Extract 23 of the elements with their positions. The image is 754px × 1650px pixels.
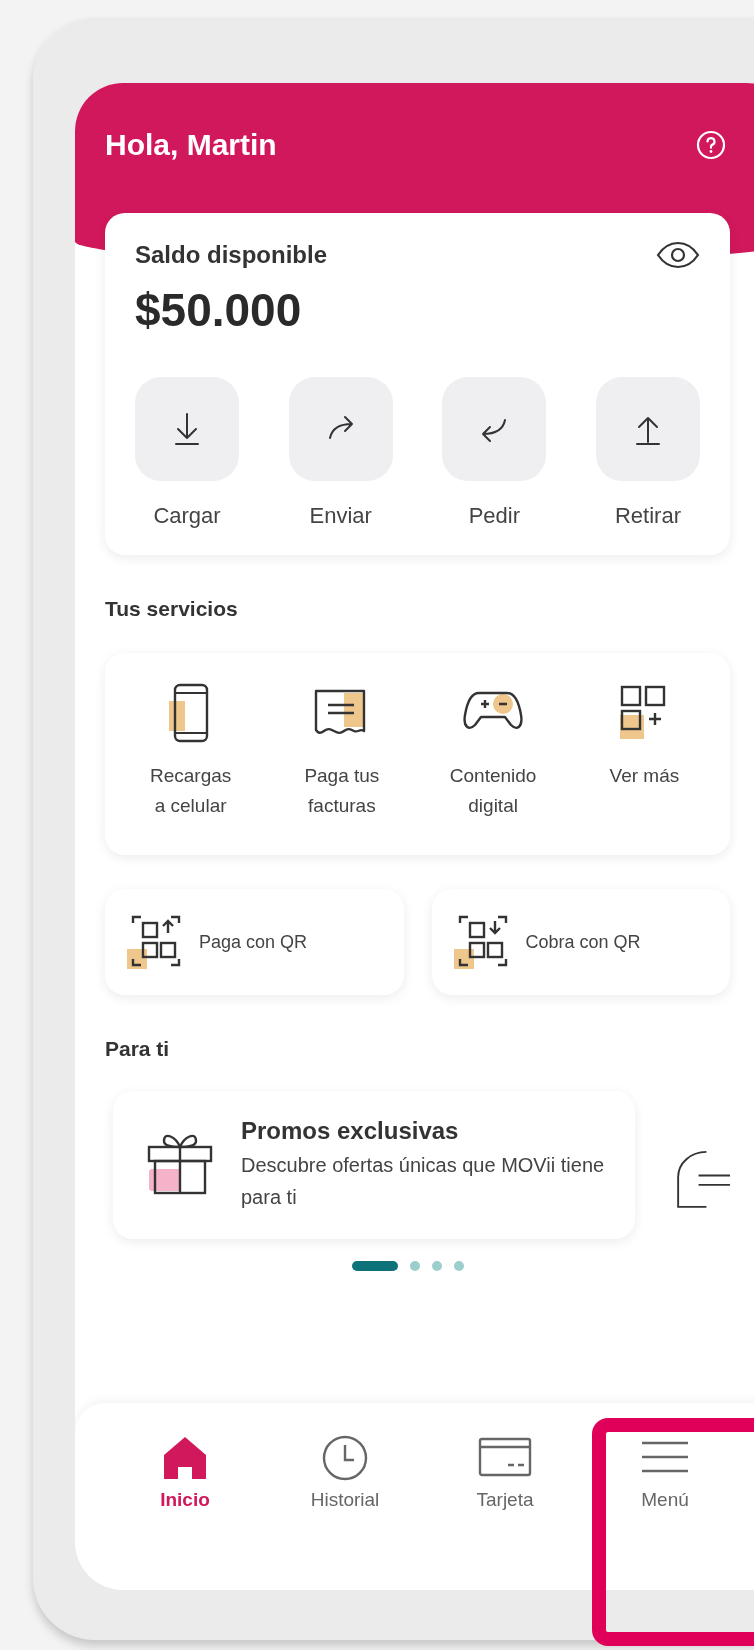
eye-icon[interactable] xyxy=(656,241,700,269)
service-button[interactable]: Contenido digital xyxy=(423,679,564,821)
balance-label: Saldo disponible xyxy=(135,241,327,269)
service-button[interactable]: Ver más xyxy=(574,679,715,821)
promo-card[interactable]: Promos exclusivas Descubre ofertas únicas que MOVii tiene para ti xyxy=(113,1091,635,1239)
promo-title: Promos exclusivas xyxy=(241,1117,460,1145)
carousel-dot[interactable] xyxy=(409,1261,420,1271)
section-title: Tus servicios xyxy=(105,597,239,621)
greeting-title: Hola, Martin xyxy=(105,128,277,162)
nav-tab[interactable]: Menú xyxy=(585,1403,745,1590)
service-button[interactable]: Paga tus facturas xyxy=(271,679,412,821)
carousel-dot[interactable] xyxy=(431,1261,442,1271)
qr-button[interactable]: Cobra con QR xyxy=(431,889,730,995)
service-button[interactable]: Recargas a celular xyxy=(120,679,261,821)
section-title: Para ti xyxy=(105,1037,171,1061)
help-icon[interactable] xyxy=(695,129,727,161)
balance-amount: $50.000 xyxy=(135,283,303,337)
nav-tab[interactable]: Tarjeta xyxy=(425,1403,585,1590)
nav-tab[interactable]: Historial xyxy=(265,1403,425,1590)
promo-description: Descubre ofertas únicas que MOVii tiene para ti xyxy=(241,1153,605,1210)
qr-button[interactable]: Paga con QR xyxy=(105,889,404,995)
nav-tab[interactable]: Inicio xyxy=(105,1403,265,1590)
carousel-dot[interactable] xyxy=(453,1261,464,1271)
